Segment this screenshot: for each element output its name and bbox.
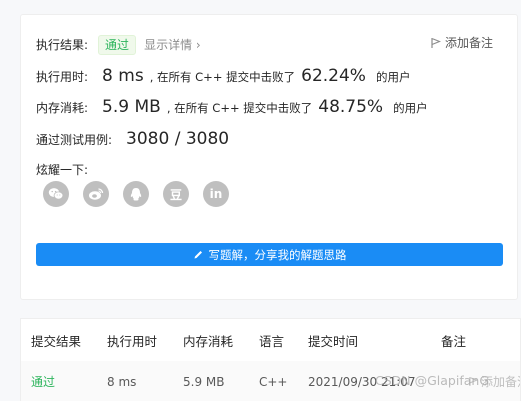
- header-language: 语言: [259, 333, 285, 349]
- show-details-label: 显示详情: [144, 38, 193, 52]
- memory-row: 内存消耗: 5.9 MB , 在所有 C++ 提交中击败了 48.75% 的用户: [36, 97, 428, 117]
- douban-icon[interactable]: 豆: [163, 181, 189, 207]
- table-header: 提交结果 执行用时 内存消耗 语言 提交时间 备注: [21, 319, 520, 362]
- chevron-right-icon: ›: [195, 38, 201, 52]
- runtime-row: 执行用时: 8 ms , 在所有 C++ 提交中击败了 62.24% 的用户: [36, 66, 410, 86]
- weibo-glyph: [89, 188, 104, 200]
- add-note-label: 添加备注: [444, 36, 493, 50]
- result-row: 执行结果: 通过 显示详情 ›: [36, 35, 201, 55]
- share-label: 炫耀一下:: [36, 163, 89, 177]
- memory-percentile: 48.75%: [318, 97, 384, 117]
- wechat-glyph: [48, 188, 64, 200]
- header-note: 备注: [441, 333, 467, 349]
- memory-suffix: 的用户: [393, 101, 428, 115]
- row-memory: 5.9 MB: [183, 374, 225, 389]
- header-result: 提交结果: [31, 333, 82, 349]
- runtime-suffix: 的用户: [375, 70, 411, 84]
- header-memory: 内存消耗: [183, 333, 234, 349]
- header-runtime: 执行用时: [107, 333, 158, 349]
- row-result-link[interactable]: 通过: [31, 373, 55, 390]
- douban-glyph: 豆: [169, 187, 182, 202]
- wechat-icon[interactable]: [43, 181, 69, 207]
- status-badge: 通过: [98, 35, 137, 55]
- linkedin-icon[interactable]: in: [203, 181, 229, 207]
- runtime-value: 8 ms: [102, 66, 144, 86]
- submission-table: 提交结果 执行用时 内存消耗 语言 提交时间 备注 通过 8 ms 5.9 MB…: [20, 318, 521, 401]
- linkedin-glyph: in: [209, 187, 223, 201]
- qq-icon[interactable]: [123, 181, 149, 207]
- runtime-label: 执行用时:: [36, 70, 89, 84]
- pencil-icon: [194, 251, 202, 259]
- submission-result-card: 执行结果: 通过 显示详情 › 添加备注 执行用时: 8 ms , 在所有 C+…: [20, 14, 518, 300]
- flag-icon: [431, 37, 441, 48]
- memory-beats-text: , 在所有 C++ 提交中击败了: [166, 101, 313, 115]
- share-icons: 豆 in: [43, 181, 229, 207]
- add-note-button[interactable]: 添加备注: [431, 34, 493, 51]
- memory-value: 5.9 MB: [102, 97, 161, 117]
- share-label-row: 炫耀一下:: [36, 161, 88, 178]
- result-label: 执行结果:: [36, 38, 89, 52]
- runtime-percentile: 62.24%: [301, 66, 366, 86]
- show-details-link[interactable]: 显示详情 ›: [144, 36, 201, 53]
- qq-glyph: [130, 187, 142, 200]
- write-solution-label: 写题解，分享我的解题思路: [208, 247, 347, 262]
- write-solution-button[interactable]: 写题解，分享我的解题思路: [36, 243, 503, 266]
- watermark: CSDN @GlapifanG: [375, 373, 490, 388]
- runtime-beats-text: , 在所有 C++ 提交中击败了: [149, 70, 296, 84]
- header-time: 提交时间: [308, 333, 359, 349]
- row-runtime: 8 ms: [107, 374, 137, 389]
- tests-row: 通过测试用例: 3080 / 3080: [36, 129, 235, 149]
- tests-label: 通过测试用例:: [36, 133, 113, 147]
- memory-label: 内存消耗:: [36, 101, 89, 115]
- tests-value: 3080 / 3080: [126, 129, 230, 149]
- weibo-icon[interactable]: [83, 181, 109, 207]
- row-language: C++: [259, 374, 288, 389]
